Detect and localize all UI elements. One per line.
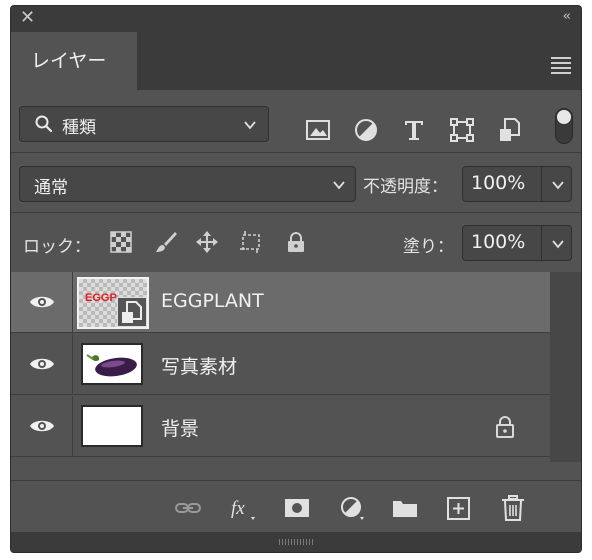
tab-bar: レイヤー [11,32,581,90]
fill-label: 塗り： [403,237,454,257]
new-layer-icon[interactable] [445,495,473,521]
layer-lock-icon[interactable] [495,416,515,438]
filter-kind-select[interactable]: 種類 [19,106,269,142]
layer-thumbnail[interactable]: EGGP [77,277,149,329]
layer-row[interactable]: EGGP EGGPLANT [11,272,550,333]
shape-filter-icon[interactable] [449,117,475,143]
visibility-column [11,396,73,456]
resize-grip[interactable] [279,539,315,545]
artboard-lock-icon[interactable] [239,230,263,254]
new-group-icon[interactable] [391,495,419,521]
divider [541,226,542,260]
panel-footer [11,532,581,552]
fill-value[interactable]: 100% [471,231,525,253]
link-layers-icon[interactable] [174,495,202,521]
delete-layer-icon[interactable] [499,495,527,521]
visibility-column [11,334,73,394]
chevron-down-icon[interactable] [550,177,566,193]
layers-scrollbar[interactable] [550,272,581,462]
layer-name[interactable]: EGGPLANT [161,290,264,312]
visibility-column [11,272,73,332]
move-icon[interactable] [195,230,219,254]
opacity-value[interactable]: 100% [471,172,525,194]
layer-mask-icon[interactable] [283,495,311,521]
layers-toolbar: fx [11,480,581,533]
layer-thumbnail[interactable] [81,405,143,447]
tab-layers[interactable]: レイヤー [11,32,137,90]
opacity-label: 不透明度： [363,177,448,197]
filter-row: 種類 [11,90,581,152]
layer-row[interactable]: 背景 [11,396,550,457]
chevron-down-icon [244,121,256,130]
lock-all-icon[interactable] [284,230,308,254]
search-icon [35,115,53,133]
image-filter-icon[interactable] [305,117,331,143]
adjustment-layer-icon[interactable] [338,495,366,521]
layers-list: EGGP EGGPLANT 写真素材 背景 [11,272,550,462]
fx-icon[interactable]: fx [229,495,257,521]
layer-name[interactable]: 背景 [161,414,199,441]
brush-icon[interactable] [154,230,178,254]
layer-thumbnail[interactable] [81,343,143,385]
lock-transparent-pixels-icon[interactable] [109,230,133,254]
adjustment-filter-icon[interactable] [353,117,379,143]
eggplant-image [83,345,141,383]
layers-panel: ✕ ‹‹ レイヤー 種類 通常 不透明度： 100% ロック： 塗り： 100%… [10,5,582,553]
visibility-eye-icon[interactable] [29,417,55,435]
toggle-knob [557,110,571,124]
opacity-field[interactable]: 100% [462,166,572,202]
lock-row: ロック： 塗り： 100% [11,213,581,271]
thumbnail-text: EGGP [85,292,117,304]
filter-kind-label: 種類 [62,118,96,138]
filter-toggle[interactable] [555,108,573,144]
visibility-eye-icon[interactable] [29,355,55,373]
chevron-down-icon [333,181,345,190]
close-icon[interactable]: ✕ [20,8,35,28]
visibility-eye-icon[interactable] [29,293,55,311]
fill-field[interactable]: 100% [462,225,572,261]
lock-label: ロック： [23,237,91,257]
collapse-icon[interactable]: ‹‹ [563,9,572,24]
divider [541,167,542,201]
blend-mode-select[interactable]: 通常 [19,166,356,202]
type-filter-icon[interactable] [401,117,427,143]
chevron-down-icon[interactable] [550,236,566,252]
panel-menu-icon[interactable] [551,57,571,77]
panel-titlebar: ✕ ‹‹ [11,6,581,32]
smart-object-badge-icon [117,297,147,327]
blend-mode-label: 通常 [34,178,68,198]
svg-text:fx: fx [231,498,245,519]
layer-name[interactable]: 写真素材 [161,352,237,379]
smart-object-filter-icon[interactable] [497,117,523,143]
blend-row: 通常 不透明度： 100% [11,152,581,212]
layer-row[interactable]: 写真素材 [11,334,550,395]
